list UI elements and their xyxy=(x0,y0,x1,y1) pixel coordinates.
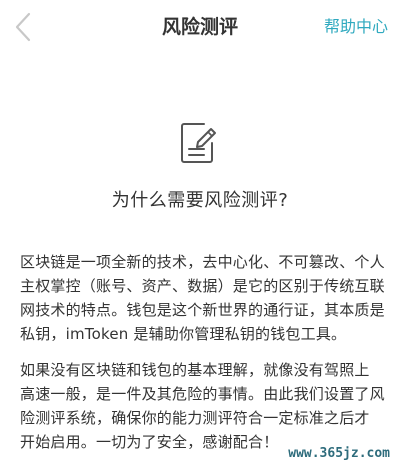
paragraph-line: 高速一般，是一件及其危险的事情。由此我们设置了风 xyxy=(20,385,385,403)
risk-assessment-page: 风险测评 帮助中心 为什么需要风险测评? 区块链是一项全新的技术，去中心化、不可… xyxy=(0,0,400,466)
paragraph-line: 险测评系统，确保你的能力测评符合一定标准之后才 xyxy=(20,409,370,427)
watermark: www.365jz.com xyxy=(288,446,390,461)
help-center-link[interactable]: 帮助中心 xyxy=(324,15,388,39)
edit-document-icon xyxy=(180,121,218,165)
chevron-left-icon xyxy=(15,12,31,42)
explanation-paragraph: 如果没有区块链和钱包的基本理解，就像没有驾照上 高速一般，是一件及其危险的事情。… xyxy=(20,358,385,454)
paragraph-line: 区块链是一项全新的技术，去中心化、不可篡改、个人 xyxy=(20,253,385,271)
paragraph-line: 主权掌控（账号、资产、数据）是它的区别于传统互联 xyxy=(20,277,385,295)
section-heading: 为什么需要风险测评? xyxy=(111,190,289,211)
paragraph-line: 网技术的特点。钱包是这个新世界的通行证，其本质是 xyxy=(20,301,385,319)
intro-paragraph: 区块链是一项全新的技术，去中心化、不可篡改、个人 主权掌控（账号、资产、数据）是… xyxy=(20,250,385,346)
paragraph-line: 如果没有区块链和钱包的基本理解，就像没有驾照上 xyxy=(20,361,370,379)
navigation-bar: 风险测评 帮助中心 xyxy=(0,0,400,56)
paragraph-line: 私钥，imToken 是辅助你管理私钥的钱包工具。 xyxy=(20,325,347,343)
back-button[interactable] xyxy=(10,10,38,44)
